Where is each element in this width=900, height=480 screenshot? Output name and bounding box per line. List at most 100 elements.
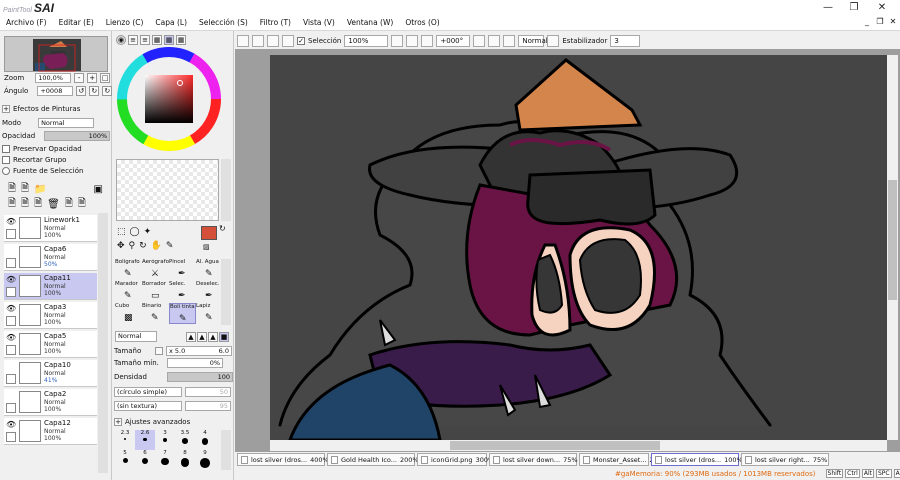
tool-marker[interactable]: Marador ✎ <box>115 281 142 302</box>
stabilizer-dropdown[interactable]: 3 <box>610 34 641 47</box>
menu-5[interactable]: Filtro (T) <box>254 18 297 27</box>
min-size-slider[interactable]: 0% <box>167 358 223 368</box>
layer-lock-toggle[interactable] <box>6 316 16 326</box>
tool-watercolor[interactable]: Al. Agua ✎ <box>196 259 223 280</box>
document-tab[interactable]: lost silver (dros... 100% <box>651 453 743 466</box>
brush-shape-square-icon[interactable]: ■ <box>219 331 229 342</box>
canvas-horizontal-scrollbar[interactable] <box>270 440 887 451</box>
rect-select-icon[interactable]: ⬚ <box>117 227 126 237</box>
layer-row[interactable]: 👁 Capa3 Normal 100% <box>4 302 97 329</box>
visibility-eye-icon[interactable]: 👁 <box>6 420 16 430</box>
brush-texture-dropdown[interactable]: (sin textura) <box>114 401 182 411</box>
layer-lock-toggle[interactable] <box>6 229 16 239</box>
tool-deselect-brush[interactable]: Deselec. ✒ <box>196 281 223 302</box>
layer-lock-toggle[interactable] <box>6 374 16 384</box>
fill-selection-button[interactable] <box>282 34 294 47</box>
nav-zoom-out-button[interactable]: - <box>74 73 85 83</box>
document-tab[interactable]: lost silver right... 75% <box>741 453 829 466</box>
layer-opacity-slider[interactable]: 100% <box>44 131 111 141</box>
menu-6[interactable]: Vista (V) <box>297 18 341 27</box>
invert-selection-button[interactable] <box>252 34 264 47</box>
brush-size-preset[interactable]: 2.3 <box>115 430 135 450</box>
nav-zoom-in-button[interactable]: + <box>87 73 98 83</box>
brush-size-preset[interactable]: 5 <box>115 450 135 470</box>
nav-zoom-reset-button[interactable]: □ <box>100 73 111 83</box>
density-slider[interactable]: 100 <box>167 372 233 382</box>
tool-airbrush[interactable]: Aerógrafo ⚔ <box>142 259 169 280</box>
brush-texture-strength[interactable]: 95 <box>185 401 231 411</box>
brush-shape-round-icon[interactable]: ▲ <box>208 331 218 342</box>
visibility-eye-icon[interactable]: 👁 <box>6 333 16 343</box>
menu-0[interactable]: Archivo (F) <box>0 18 53 27</box>
canvas-vertical-scrollbar[interactable] <box>887 55 898 440</box>
brush-size-preset[interactable]: 8 <box>175 450 195 470</box>
brush-shape-dropdown[interactable]: (círculo simple) <box>114 387 182 397</box>
size-presets-scrollbar[interactable] <box>221 430 231 470</box>
deselect-button[interactable] <box>237 34 249 47</box>
brush-size-preset[interactable]: 6 <box>135 450 155 470</box>
move-icon[interactable]: ✥ <box>117 241 125 251</box>
navigator-thumbnail[interactable] <box>4 36 108 72</box>
magic-wand-icon[interactable]: ✦ <box>144 227 152 237</box>
brush-size-preset[interactable]: 7 <box>155 450 175 470</box>
brush-mode-dropdown[interactable]: Normal <box>115 331 157 342</box>
selection-source-radio[interactable] <box>2 167 10 175</box>
size-pressure-toggle[interactable] <box>155 347 163 355</box>
clear-selection-button[interactable] <box>267 34 279 47</box>
layer-lock-toggle[interactable] <box>6 403 16 413</box>
visibility-eye-icon[interactable]: 👁 <box>6 304 16 314</box>
rotate-tool-icon[interactable]: ↻ <box>139 241 147 251</box>
mdi-minimize-icon[interactable]: _ <box>861 17 873 29</box>
zoom-dropdown[interactable]: 100% <box>344 34 389 47</box>
layer-list-scrollbar[interactable] <box>98 213 108 473</box>
layer-lock-toggle[interactable] <box>6 258 16 268</box>
layer-row[interactable]: 👁 Capa12 Normal 100% <box>4 418 97 445</box>
mdi-restore-icon[interactable]: ❐ <box>874 17 886 29</box>
scratchpad[interactable] <box>116 159 219 221</box>
layer-lock-toggle[interactable] <box>6 432 16 442</box>
layer-row[interactable]: Capa10 Normal 41% <box>4 360 97 387</box>
menu-3[interactable]: Capa (L) <box>149 18 193 27</box>
eyedropper-icon[interactable]: ✎ <box>166 241 174 251</box>
tool-bucket[interactable]: Cubo ▩ <box>115 303 142 324</box>
minimize-button[interactable]: — <box>814 0 842 15</box>
vertical-scroll-thumb[interactable] <box>888 180 897 300</box>
tool-pencil[interactable]: Lapiz ✎ <box>196 303 223 324</box>
document-tab[interactable]: lost silver (dros... 400% <box>237 453 329 466</box>
layer-row[interactable]: 👁 Capa5 Normal 100% <box>4 331 97 358</box>
zoom-out-button[interactable] <box>391 34 404 47</box>
tool-grid-scrollbar[interactable] <box>221 259 231 325</box>
menu-4[interactable]: Selección (S) <box>193 18 254 27</box>
zoom-reset-button[interactable] <box>421 34 434 47</box>
zoom-tool-icon[interactable]: ⚲ <box>129 241 136 251</box>
tool-brush[interactable]: Pincel ✒ <box>169 259 196 280</box>
brush-size-preset[interactable]: 2.6 <box>135 430 155 450</box>
transparent-color-icon[interactable]: ▨ <box>203 243 210 251</box>
brush-size-preset[interactable]: 9 <box>195 450 215 470</box>
restore-button[interactable]: ❐ <box>840 0 868 15</box>
document-tab[interactable]: Gold Health Ico... 200% <box>327 453 419 466</box>
nav-angle-value[interactable]: +0008 <box>37 86 74 96</box>
rgb-slider-tab-icon[interactable]: ≡ <box>128 35 138 45</box>
horizontal-scroll-thumb[interactable] <box>450 441 660 450</box>
brush-shape-flat-icon[interactable]: ▲ <box>186 331 196 342</box>
flip-button[interactable] <box>547 34 560 47</box>
tool-ink-pen[interactable]: Boli tinta ✎ <box>169 303 196 324</box>
layer-row[interactable]: 👁 Capa11 Normal 100% <box>4 273 97 300</box>
layer-mode-dropdown[interactable]: Normal <box>38 118 95 128</box>
hsv-slider-tab-icon[interactable]: ≡ <box>140 35 150 45</box>
clip-group-checkbox[interactable] <box>2 156 10 164</box>
nav-rotate-reset-button[interactable]: ↻ <box>102 86 113 96</box>
hand-tool-icon[interactable]: ✋ <box>151 241 162 251</box>
swatches-tab-icon[interactable]: ▦ <box>152 35 162 45</box>
size-slider[interactable]: x 5.0 6.0 <box>166 346 232 356</box>
menu-7[interactable]: Ventana (W) <box>341 18 399 27</box>
layer-row[interactable]: 👁 Linework1 Normal 100% <box>4 215 97 242</box>
visibility-eye-icon[interactable] <box>6 246 16 256</box>
visibility-eye-icon[interactable] <box>6 362 16 372</box>
layer-row[interactable]: Capa6 Normal 50% <box>4 244 97 271</box>
brush-shape-strength[interactable]: 50 <box>185 387 231 397</box>
layer-lock-toggle[interactable] <box>6 287 16 297</box>
document-tab[interactable]: Monster_Asset...200% <box>579 453 668 466</box>
layer-lock-toggle[interactable] <box>6 345 16 355</box>
